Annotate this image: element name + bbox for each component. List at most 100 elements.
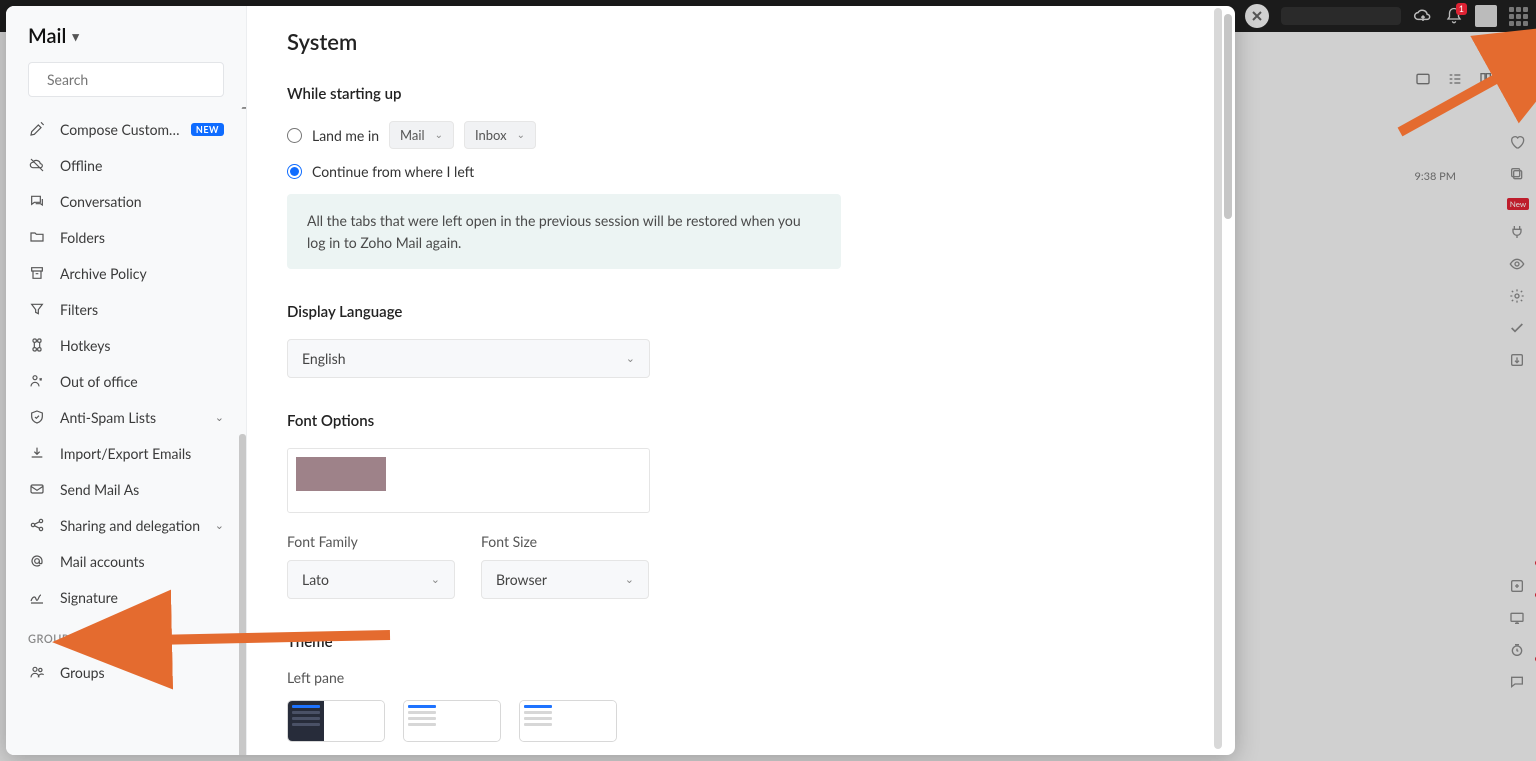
sidebar-item-out-of-office[interactable]: Out of office [6,363,246,399]
rail-heart-icon[interactable] [1509,134,1527,152]
sidebar-item-offline[interactable]: Offline [6,147,246,183]
sidebar-item-import-export[interactable]: Import/Export Emails [6,435,246,471]
rail-gear-icon[interactable] [1509,288,1527,306]
sidebar-item-label: Anti-Spam Lists [60,409,156,426]
sidebar-item-label: Out of office [60,373,138,390]
profile-avatar[interactable] [1475,5,1497,27]
rail-plug-icon[interactable] [1509,224,1527,242]
chevron-down-icon: ⌄ [625,573,634,586]
section-display-language: Display Language English ⌄ [287,303,1195,378]
font-size-group: Font Size Browser ⌄ [481,533,649,599]
sidebar-search[interactable] [28,62,224,97]
sendmail-icon [28,480,46,498]
sidebar-item-label: Mail accounts [60,553,145,570]
view-card-icon[interactable] [1414,70,1432,88]
archive-icon [28,264,46,282]
theme-option-light1[interactable] [403,700,501,742]
outofoffice-icon [28,372,46,390]
sidebar-item-label: Signature [60,589,118,606]
chevron-down-icon: ⌄ [215,411,224,424]
sidebar-item-sharing-delegation[interactable]: Sharing and delegation ⌄ [6,507,246,543]
radio-continue[interactable]: Continue from where I left [287,163,1195,180]
sharing-icon [28,516,46,534]
chevron-down-icon: ⌄ [435,129,443,141]
sidebar-item-label: Send Mail As [60,481,139,498]
sidebar-scroll-area: ▴ Compose Customi... NEW Offline Convers… [6,107,246,755]
rail-eye-icon[interactable] [1509,256,1527,274]
rail-export-icon[interactable] [1509,352,1527,370]
filter-icon [28,300,46,318]
url-bar[interactable] [1281,7,1401,25]
new-badge: NEW [191,123,224,136]
sidebar-item-archive-policy[interactable]: Archive Policy [6,255,246,291]
sidebar-item-anti-spam[interactable]: Anti-Spam Lists ⌄ [6,399,246,435]
tools-icon [28,120,46,138]
rail-clock-icon[interactable] [1509,642,1527,660]
sidebar-item-conversation[interactable]: Conversation [6,183,246,219]
radio-label: Land me in [312,127,379,144]
section-heading: Theme [287,633,1195,651]
sidebar-item-label: Offline [60,157,102,174]
settings-sidebar: Mail ▾ ▴ Compose Customi... NEW [6,6,247,755]
radio-land-me-in[interactable]: Land me in Mail ⌄ Inbox ⌄ [287,121,1195,149]
cloud-sync-icon[interactable] [1413,6,1433,26]
view-list-icon[interactable] [1446,70,1464,88]
signature-icon [28,588,46,606]
view-column-icon[interactable] [1478,70,1496,88]
tab-close-button[interactable] [1245,4,1269,28]
sidebar-item-folders[interactable]: Folders [6,219,246,255]
app-switcher-button[interactable] [1509,7,1528,26]
section-heading: Font Options [287,412,1195,430]
sidebar-list: Compose Customi... NEW Offline Conversat… [6,107,246,706]
sidebar-item-label: Filters [60,301,98,318]
field-label: Left pane [287,669,1195,686]
rail-new-badge: New [1507,198,1529,210]
sidebar-item-compose-customization[interactable]: Compose Customi... NEW [6,111,246,147]
sidebar-item-mail-accounts[interactable]: Mail accounts [6,543,246,579]
right-rail: New [1500,64,1536,761]
dropdown-font-family[interactable]: Lato ⌄ [287,560,455,599]
sidebar-scrollbar[interactable] [239,434,246,755]
sidebar-item-signature[interactable]: Signature [6,579,246,615]
rail-copy-icon[interactable] [1509,166,1527,184]
import-export-icon [28,444,46,462]
offline-icon [28,156,46,174]
sidebar-item-label: Hotkeys [60,337,110,354]
dropdown-land-app[interactable]: Mail ⌄ [389,121,454,149]
rail-add-icon[interactable] [1509,578,1527,596]
dropdown-value: Mail [400,127,425,143]
dropdown-font-size[interactable]: Browser ⌄ [481,560,649,599]
shield-icon [28,408,46,426]
at-icon [28,552,46,570]
chevron-down-icon: ⌄ [517,129,525,141]
radio-input-continue[interactable] [287,164,302,179]
sidebar-item-hotkeys[interactable]: Hotkeys [6,327,246,363]
sidebar-item-label: Sharing and delegation [60,517,200,534]
theme-option-light2[interactable] [519,700,617,742]
dropdown-land-folder[interactable]: Inbox ⌄ [464,121,536,149]
section-font-options: Font Options Font Family Lato ⌄ [287,412,1195,599]
dropdown-value: Lato [302,571,329,588]
sidebar-header-dropdown[interactable]: Mail ▾ [6,6,246,62]
rail-chat-icon[interactable] [1509,674,1527,692]
dropdown-value: Inbox [475,127,507,143]
info-message: All the tabs that were left open in the … [287,194,841,269]
dropdown-value: English [302,350,346,367]
sidebar-item-send-mail-as[interactable]: Send Mail As [6,471,246,507]
radio-label: Continue from where I left [312,163,474,180]
field-label: Font Family [287,533,455,550]
main-scrollbar[interactable] [1224,14,1232,219]
rail-present-icon[interactable] [1509,610,1527,628]
sidebar-item-groups[interactable]: Groups [6,654,246,690]
scroll-up-icon[interactable]: ▴ [241,107,246,112]
notifications-button[interactable]: 1 [1445,7,1463,25]
timestamp: 9:38 PM [1414,170,1456,183]
rail-check-icon[interactable] [1509,320,1527,338]
page-title: System [287,28,1195,55]
theme-option-dark[interactable] [287,700,385,742]
search-input[interactable] [47,71,225,88]
sidebar-item-filters[interactable]: Filters [6,291,246,327]
radio-input-land[interactable] [287,128,302,143]
sidebar-item-label: Archive Policy [60,265,147,282]
dropdown-language[interactable]: English ⌄ [287,339,650,378]
